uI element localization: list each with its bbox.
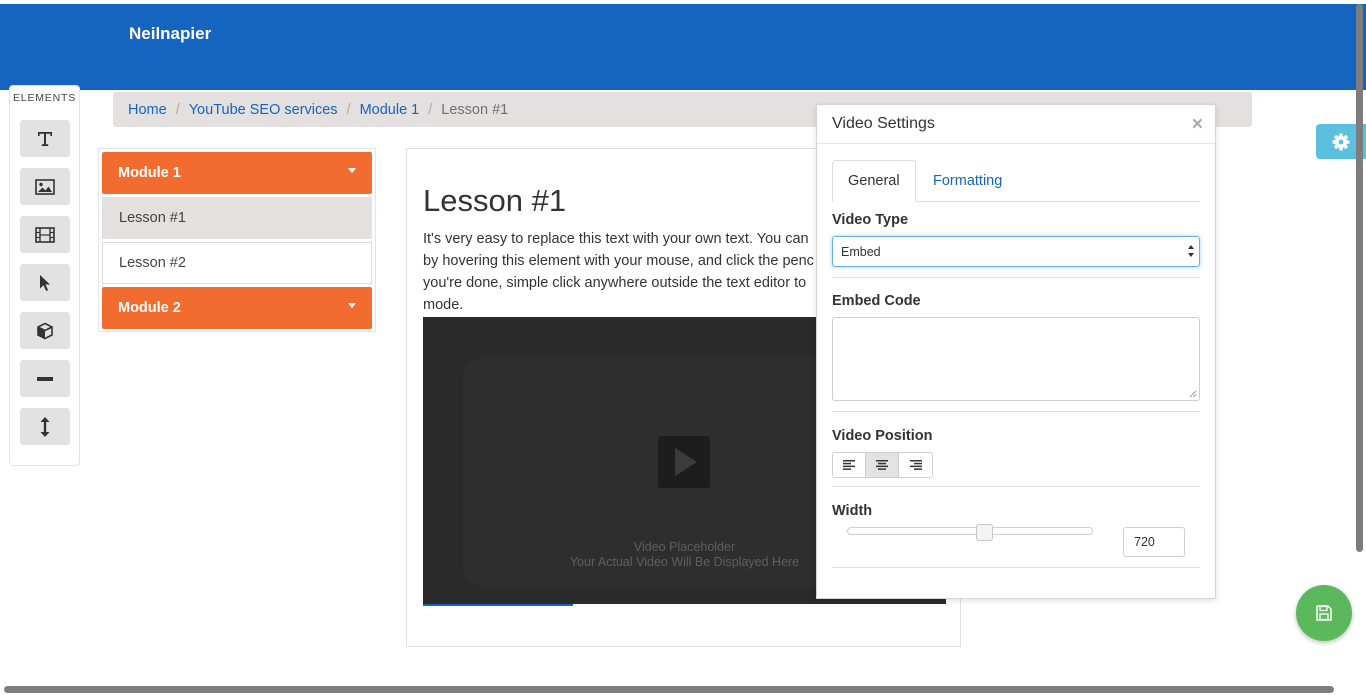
width-label: Width	[832, 503, 873, 519]
spacer-element-button[interactable]	[20, 408, 70, 445]
align-left-icon	[843, 460, 855, 470]
divider	[832, 411, 1200, 412]
brand-name[interactable]: Neilnapier	[129, 24, 211, 44]
breadcrumb-current: Lesson #1	[441, 101, 509, 118]
top-header-bar: Neilnapier	[0, 4, 1366, 90]
resize-grip-icon	[1189, 390, 1197, 398]
divider	[832, 486, 1200, 487]
lesson-text-line: mode.	[423, 297, 464, 313]
minus-icon	[37, 376, 53, 381]
align-right-icon	[909, 460, 922, 470]
breadcrumb-youtube-seo[interactable]: YouTube SEO services	[189, 102, 338, 118]
caret-down-icon	[348, 302, 356, 308]
image-icon	[35, 178, 55, 195]
elements-panel: ELEMENTS	[9, 85, 80, 466]
modal-title: Video Settings	[832, 115, 935, 132]
module-menu: Module 1 Lesson #1 Lesson #2 Module 2	[98, 148, 376, 332]
video-element-button[interactable]	[20, 216, 70, 253]
lesson-text-line: you're done, simple click anywhere outsi…	[423, 275, 807, 291]
align-left-button[interactable]	[833, 453, 866, 477]
lesson-2-label: Lesson #2	[119, 255, 186, 271]
align-center-button[interactable]	[866, 453, 899, 477]
embed-code-label: Embed Code	[832, 293, 921, 309]
close-icon[interactable]: ×	[1192, 115, 1203, 135]
divider	[832, 567, 1200, 568]
width-input[interactable]: 720	[1123, 527, 1185, 557]
embed-element-button[interactable]	[20, 312, 70, 349]
module-1-label: Module 1	[118, 165, 181, 181]
module-2-header[interactable]: Module 2	[102, 287, 372, 329]
tab-formatting[interactable]: Formatting	[918, 160, 1017, 201]
play-icon[interactable]	[658, 436, 710, 488]
text-icon	[38, 131, 52, 146]
video-position-buttons	[832, 452, 933, 478]
module-2-label: Module 2	[118, 300, 181, 316]
lesson-title[interactable]: Lesson #1	[423, 183, 566, 219]
vertical-scrollbar[interactable]	[1356, 4, 1363, 552]
settings-tabs: General Formatting	[832, 160, 1200, 202]
breadcrumb-separator: /	[346, 101, 351, 118]
video-type-select[interactable]: Embed	[832, 236, 1200, 267]
horizontal-scrollbar[interactable]	[4, 686, 1334, 693]
cursor-icon	[40, 274, 50, 291]
breadcrumb-separator: /	[175, 101, 180, 118]
lesson-text-line: It's very easy to replace this text with…	[423, 231, 809, 247]
lesson-1-label: Lesson #1	[119, 210, 186, 226]
breadcrumb-home[interactable]: Home	[128, 102, 167, 118]
elements-title: ELEMENTS	[13, 92, 76, 104]
embed-code-textarea[interactable]	[832, 317, 1200, 401]
lesson-text-line: by hovering this element with your mouse…	[423, 253, 814, 269]
button-element-button[interactable]	[20, 264, 70, 301]
lesson-text[interactable]: It's very easy to replace this text with…	[423, 228, 823, 316]
video-type-label: Video Type	[832, 212, 909, 228]
cube-icon	[37, 322, 53, 339]
video-settings-modal: Video Settings × General Formatting Vide…	[816, 104, 1216, 599]
lesson-2-item[interactable]: Lesson #2	[102, 242, 372, 284]
video-position-label: Video Position	[832, 428, 933, 444]
tab-general[interactable]: General	[832, 160, 916, 202]
divider-element-button[interactable]	[20, 360, 70, 397]
text-element-button[interactable]	[20, 120, 70, 157]
vertical-resize-icon	[40, 416, 50, 437]
select-arrows-icon	[1188, 245, 1194, 259]
breadcrumb-module-1[interactable]: Module 1	[360, 102, 420, 118]
save-button[interactable]	[1296, 585, 1352, 641]
lesson-1-item[interactable]: Lesson #1	[102, 197, 372, 239]
gear-icon	[1332, 133, 1350, 150]
film-icon	[35, 226, 55, 243]
video-progress-bar	[423, 604, 573, 606]
video-type-value: Embed	[841, 244, 881, 259]
floppy-disk-icon	[1316, 605, 1332, 621]
width-slider-track[interactable]	[847, 527, 1093, 535]
width-slider-handle[interactable]	[976, 524, 993, 541]
divider	[832, 277, 1200, 278]
caret-down-icon	[348, 167, 356, 173]
modal-header: Video Settings ×	[817, 105, 1215, 144]
module-1-header[interactable]: Module 1	[102, 152, 372, 194]
align-center-icon	[876, 460, 888, 470]
image-element-button[interactable]	[20, 168, 70, 205]
breadcrumb-separator: /	[428, 101, 433, 118]
align-right-button[interactable]	[899, 453, 932, 477]
